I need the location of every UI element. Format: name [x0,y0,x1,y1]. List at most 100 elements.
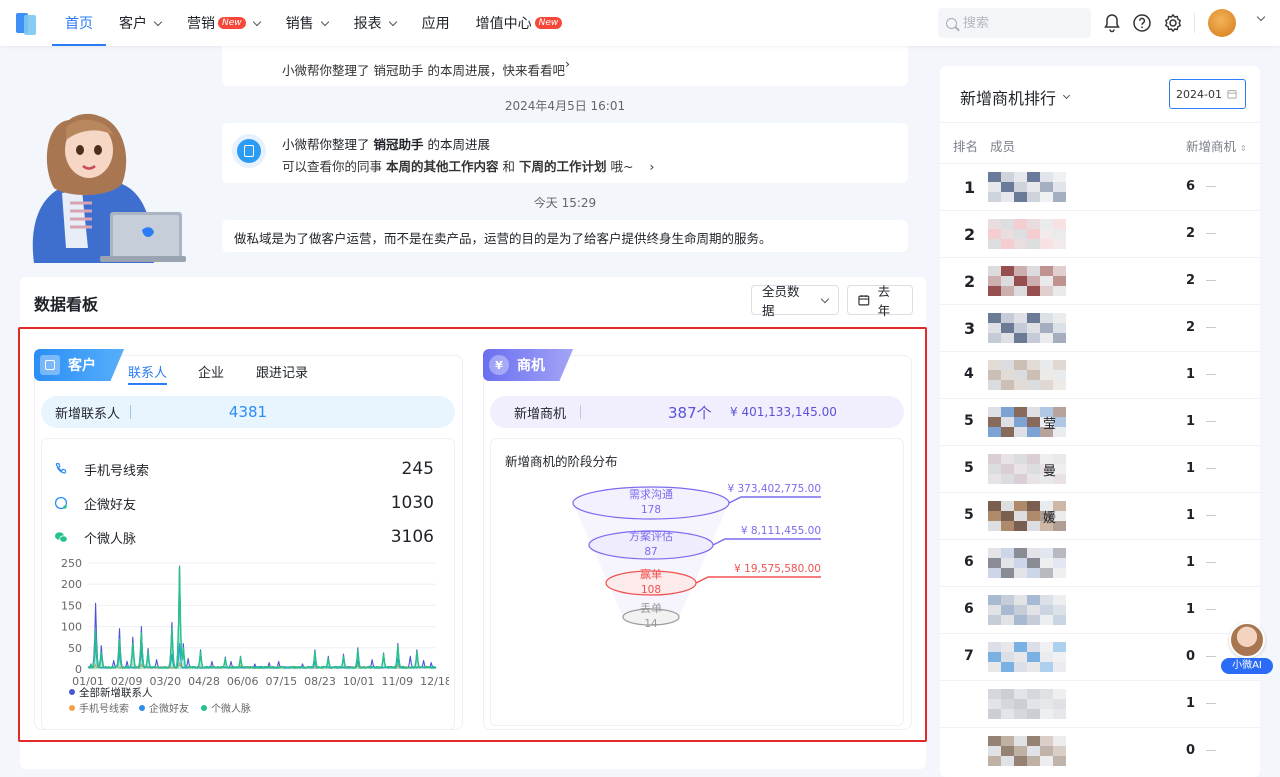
col-value-label: 新增商机 [1186,139,1237,154]
scope-select-value: 全员数据 [762,284,800,318]
stage-leader-line [712,538,821,546]
scope-select[interactable]: 全员数据 [751,284,839,318]
trend-dash [1206,562,1216,563]
stage-name: 赢单 [640,567,662,581]
ai-assistant-button[interactable]: 小微AI [1221,622,1273,678]
subtab-contacts[interactable]: 联系人 [128,362,168,385]
message-body-part: 哦~ [606,159,634,174]
trend-dash [1206,421,1216,422]
x-tick-label: 04/28 [188,675,220,688]
user-avatar[interactable] [1208,9,1236,37]
period-button[interactable]: 去年 [847,284,913,318]
ranking-row[interactable]: 22 [940,257,1260,304]
x-tick-label: 03/20 [149,675,181,688]
legend-label: 企微好友 [149,702,189,715]
ranking-row[interactable]: 70 [940,633,1260,680]
ranking-row[interactable]: 61 [940,539,1260,586]
rank-number: 2 [964,225,976,244]
nav-item-label: 报表 [353,16,382,32]
feed-message[interactable]: 小微帮你整理了 销冠助手 的本周进展 可以查看你的同事 本周的其他工作内容 和 … [222,123,908,183]
opportunity-tab[interactable]: ¥ 商机 [483,349,574,381]
member-name-tail: 媛 [1043,511,1057,526]
col-member: 成员 [990,139,1016,154]
rank-number: 5 [964,460,974,476]
ranking-row[interactable]: 41 [940,351,1260,398]
message-title-prefix: 小微帮你整理了 [282,137,374,152]
customer-tab[interactable]: 客户 [34,349,125,381]
nav-item-5[interactable]: 应用 [409,0,463,46]
member-avatar-blurred [988,595,1088,625]
rank-value: 0 [1186,743,1196,758]
chevron-right-icon: › [565,56,570,71]
trend-dash [1206,233,1216,234]
opportunity-ranking: 新增商机排行 2024-01 排名 成员 新增商机 ⇕ 16222232415莹1… [940,66,1260,777]
trend-dash [1206,374,1216,375]
ranking-row[interactable]: 32 [940,304,1260,351]
nav-item-label: 销售 [285,16,314,32]
ranking-row[interactable]: 5 莹 1 [940,398,1260,445]
ranking-row[interactable]: 5 媛 1 [940,492,1260,539]
timestamp: 今天 15:29 [533,196,597,210]
ranking-row[interactable]: 0 [940,727,1260,774]
member-avatar-blurred [988,548,1088,578]
message-body-emph: 下周的工作计划 [518,159,607,174]
chevron-down-icon [1062,91,1071,100]
feed-message[interactable]: 小微帮你整理了 销冠助手 的本周进展，快来看看吧 › [222,46,908,86]
nav-item-3[interactable]: 销售 [273,0,341,46]
new-badge: New [218,17,246,29]
period-label: 去年 [877,284,891,318]
stage-name: 丢单 [640,602,662,615]
stat-amount: ¥ 401,133,145.00 [730,405,837,419]
help-icon[interactable] [1132,13,1152,33]
stage-count: 108 [641,584,661,596]
nav-item-2[interactable]: 营销 New [174,0,273,46]
rank-number: 6 [964,554,974,570]
stage-name: 需求沟通 [629,488,673,501]
nav-item-0[interactable]: 首页 [52,0,106,46]
customer-icon [40,355,60,375]
ranking-row[interactable]: 16 [940,163,1260,210]
ranking-row[interactable]: 22 [940,210,1260,257]
nav-item-1[interactable]: 客户 [106,0,174,46]
gear-icon[interactable] [1163,13,1183,33]
search-box[interactable] [938,8,1091,38]
trend-dash [1206,515,1216,516]
app-logo[interactable] [14,10,40,36]
stage-funnel-chart: 需求沟通 178 ¥ 373,402,775.00 方案评估 87 ¥ 8,111,455… [572,483,821,630]
trend-dash [1206,327,1216,328]
stage-leader-line [728,496,821,504]
ranking-title[interactable]: 新增商机排行 [960,85,1071,109]
nav-item-4[interactable]: 报表 [341,0,409,46]
message-title: 小微帮你整理了 销冠助手 的本周进展 [282,134,490,153]
nav-items: 首页 客户 营销 New 销售 报表 应用 增值中心 New [52,0,575,46]
message-title-suffix: 的本周进展 [423,137,490,152]
ranking-row[interactable]: 61 [940,586,1260,633]
funnel-body [573,503,729,617]
dashboard-title: 数据看板 [34,295,99,314]
nav-item-6[interactable]: 增值中心 New [463,0,576,46]
subtab-followup[interactable]: 跟进记录 [256,362,308,381]
rank-number: 3 [964,319,976,338]
chevron-down-icon [252,17,261,26]
report-icon [232,134,266,168]
bell-icon[interactable] [1102,13,1122,33]
trend-dash [1206,280,1216,281]
feed-message[interactable]: 做私域是为了做客户运营，而不是在卖产品，运营的目的是为了给客户提供终身生命周期的… [222,220,908,252]
col-value[interactable]: 新增商机 ⇕ [1186,136,1247,155]
customer-tab-label: 客户 [68,358,96,374]
subtab-company[interactable]: 企业 [198,362,224,381]
ranking-row[interactable]: 1 [940,680,1260,727]
x-tick-label: 10/01 [343,675,375,688]
y-tick-label: 150 [61,599,82,612]
month-picker[interactable]: 2024-01 [1169,79,1246,109]
stat-count: 387个 [668,403,712,422]
rank-number: 2 [964,272,976,291]
rank-value: 0 [1186,649,1196,664]
rank-value: 6 [1186,179,1196,194]
stat-label: 新增商机 [514,406,567,422]
ranking-row[interactable]: 5 曼 1 [940,445,1260,492]
stage-count: 14 [644,618,658,630]
y-tick-label: 50 [68,642,82,655]
y-tick-label: 200 [61,578,82,591]
search-input[interactable] [963,15,1073,31]
